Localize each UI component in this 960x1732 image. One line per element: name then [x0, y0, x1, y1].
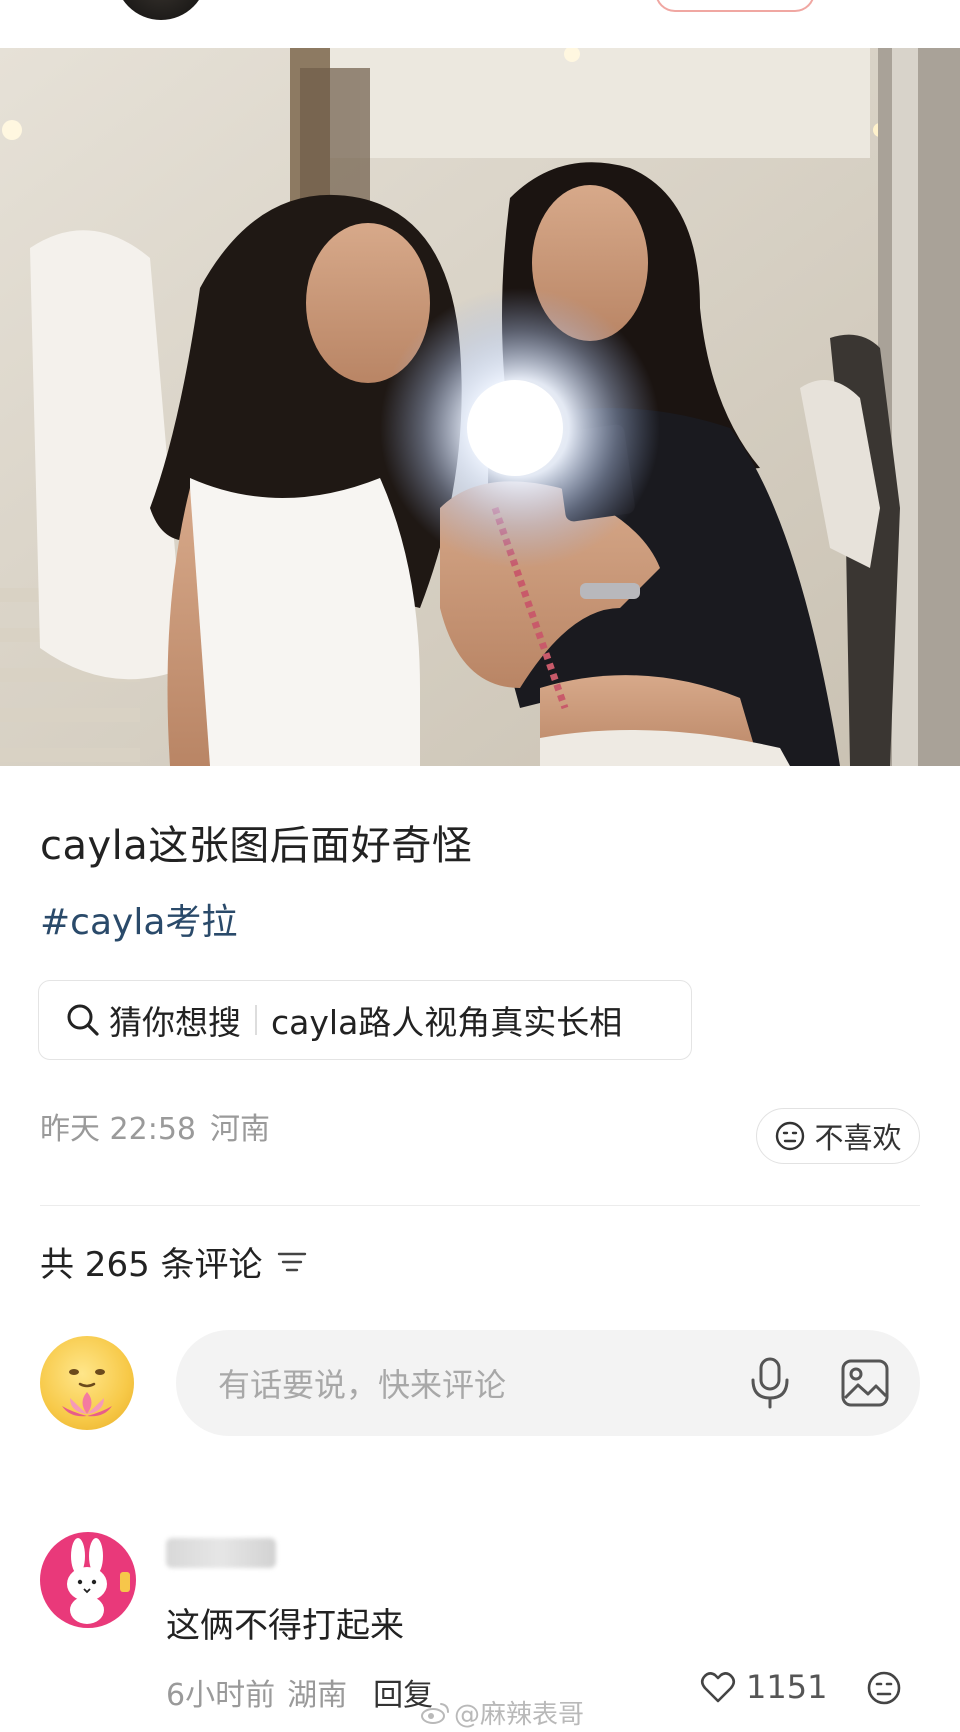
comment-input-placeholder: 有话要说，快来评论 — [218, 1366, 507, 1404]
post-meta: 昨天 22:58 河南 — [40, 1104, 270, 1148]
microphone-icon[interactable] — [748, 1356, 792, 1418]
guess-search-suggestion[interactable]: 猜你想搜 cayla路人视角真实长相 — [38, 980, 692, 1060]
search-icon — [63, 1000, 103, 1040]
post-image-art — [0, 48, 960, 766]
section-divider — [40, 1205, 920, 1206]
watermark: @麻辣表哥 — [420, 1694, 584, 1731]
post-location: 河南 — [210, 1112, 270, 1147]
author-avatar[interactable] — [115, 0, 207, 20]
post-title: cayla这张图后面好奇怪 — [40, 823, 473, 869]
image-icon[interactable] — [840, 1358, 890, 1416]
sort-lines-icon[interactable] — [277, 1250, 307, 1274]
comment-meta: 6小时前 湖南 回复 — [166, 1670, 433, 1714]
guess-label: 猜你想搜 — [109, 1003, 241, 1042]
post-image[interactable] — [0, 48, 960, 766]
dislike-button[interactable]: 不喜欢 — [756, 1108, 920, 1164]
guess-query: cayla路人视角真实长相 — [271, 1003, 623, 1042]
comment-time: 6小时前 — [166, 1678, 276, 1713]
neutral-face-icon — [774, 1120, 806, 1152]
heart-icon — [700, 1670, 736, 1704]
bunny-icon — [67, 1538, 130, 1624]
like-count: 1151 — [746, 1668, 828, 1706]
commenter-name-blurred[interactable] — [166, 1538, 276, 1568]
watermark-text: @麻辣表哥 — [454, 1700, 585, 1730]
commenter-avatar[interactable] — [40, 1532, 136, 1628]
like-button[interactable]: 1151 — [700, 1668, 827, 1706]
neutral-face-icon — [867, 1671, 901, 1705]
user-avatar[interactable] — [40, 1336, 134, 1430]
guess-separator — [255, 1005, 257, 1035]
comment-dislike-button[interactable] — [866, 1670, 902, 1706]
hashtag-link[interactable]: #cayla考拉 — [40, 893, 237, 945]
dislike-label: 不喜欢 — [814, 1121, 902, 1155]
comment-input[interactable]: 有话要说，快来评论 — [176, 1330, 920, 1436]
comment-count-label: 共 265 条评论 — [40, 1245, 263, 1285]
comment-location: 湖南 — [287, 1678, 348, 1713]
post-time: 昨天 22:58 — [40, 1112, 196, 1147]
comment-text: 这俩不得打起来 — [166, 1606, 404, 1646]
follow-button[interactable] — [655, 0, 815, 12]
weibo-icon — [420, 1701, 450, 1725]
comment-count: 共 265 条评论 — [40, 1237, 307, 1286]
lotus-emoji-icon — [62, 1369, 112, 1417]
